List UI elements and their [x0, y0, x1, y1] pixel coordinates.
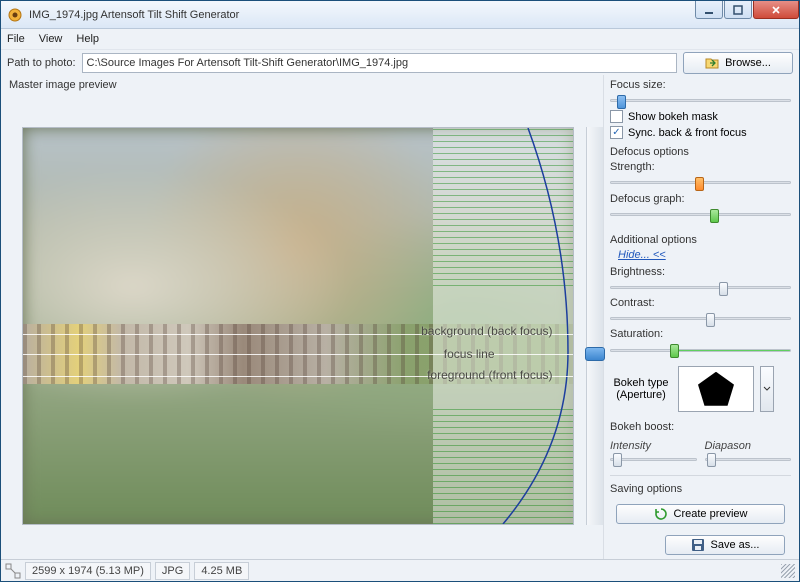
chevron-down-icon — [763, 385, 771, 393]
folder-icon — [705, 56, 719, 70]
title-bar[interactable]: IMG_1974.jpg Artensoft Tilt Shift Genera… — [1, 1, 799, 29]
minimize-button[interactable] — [695, 1, 723, 19]
sync-focus-checkbox[interactable]: Sync. back & front focus — [610, 126, 791, 139]
checkbox-icon — [610, 110, 623, 123]
saturation-slider[interactable] — [610, 343, 791, 356]
brightness-label: Brightness: — [610, 266, 791, 278]
strength-label: Strength: — [610, 161, 791, 173]
bokeh-type-row: Bokeh type (Aperture) — [610, 366, 791, 412]
floppy-icon — [691, 538, 705, 552]
browse-button[interactable]: Browse... — [683, 52, 793, 74]
vscroll-knob[interactable] — [585, 347, 605, 361]
content-area: Master image preview background (back fo… — [1, 75, 799, 559]
save-as-label: Save as... — [711, 539, 760, 551]
intensity-slider[interactable] — [610, 452, 697, 468]
contrast-label: Contrast: — [610, 297, 791, 309]
show-bokeh-mask-checkbox[interactable]: Show bokeh mask — [610, 110, 791, 123]
pentagon-icon — [698, 372, 734, 406]
path-row: Path to photo: Browse... — [1, 49, 799, 75]
bokeh-shape-preview — [678, 366, 754, 412]
bokeh-boost-label: Bokeh boost: — [610, 421, 791, 433]
status-dimensions: 2599 x 1974 (5.13 MP) — [25, 562, 151, 580]
status-bar: 2599 x 1974 (5.13 MP) JPG 4.25 MB — [1, 559, 799, 581]
focus-size-slider[interactable] — [610, 94, 791, 107]
vscroll-track — [587, 127, 603, 525]
maximize-button[interactable] — [724, 1, 752, 19]
intensity-label: Intensity — [610, 440, 697, 452]
brightness-slider[interactable] — [610, 281, 791, 294]
create-preview-label: Create preview — [674, 508, 748, 520]
menu-view[interactable]: View — [39, 33, 63, 45]
browse-label: Browse... — [725, 57, 771, 69]
saving-options-label: Saving options — [610, 483, 791, 495]
strength-slider[interactable] — [610, 176, 791, 189]
path-input[interactable] — [82, 53, 678, 73]
bokeh-boost-row: Intensity Diapason — [610, 440, 791, 468]
additional-options-label: Additional options — [610, 234, 791, 246]
defocus-graph-slider[interactable] — [610, 208, 791, 221]
bokeh-type-label: Bokeh type (Aperture) — [610, 377, 672, 401]
resize-grip[interactable] — [781, 564, 795, 578]
status-format: JPG — [155, 562, 190, 580]
defocus-graph-label: Defocus graph: — [610, 193, 791, 205]
create-preview-button[interactable]: Create preview — [616, 504, 785, 524]
preview-pane: Master image preview background (back fo… — [1, 75, 603, 559]
label-back-focus: background (back focus) — [421, 324, 552, 338]
status-icon — [5, 563, 21, 579]
menu-file[interactable]: File — [7, 33, 25, 45]
diapason-slider[interactable] — [705, 452, 792, 468]
window-controls — [694, 1, 799, 21]
preview-vscroll[interactable] — [586, 127, 603, 525]
focus-size-label: Focus size: — [610, 79, 791, 91]
sync-label: Sync. back & front focus — [628, 127, 747, 139]
diapason-label: Diapason — [705, 440, 792, 452]
saturation-label: Saturation: — [610, 328, 791, 340]
defocus-options-label: Defocus options — [610, 146, 791, 158]
app-window: IMG_1974.jpg Artensoft Tilt Shift Genera… — [0, 0, 800, 582]
path-label: Path to photo: — [7, 57, 76, 69]
app-icon — [7, 7, 23, 23]
label-front-focus: foreground (front focus) — [427, 368, 552, 382]
show-mask-label: Show bokeh mask — [628, 111, 718, 123]
status-filesize: 4.25 MB — [194, 562, 249, 580]
menu-bar: File View Help — [1, 29, 799, 49]
bokeh-type-dropdown[interactable] — [760, 366, 774, 412]
hide-link[interactable]: Hide... << — [618, 249, 791, 261]
label-focus-line: focus line — [444, 347, 495, 361]
settings-panel: Focus size: Show bokeh mask Sync. back &… — [603, 75, 799, 559]
menu-help[interactable]: Help — [76, 33, 99, 45]
checkbox-checked-icon — [610, 126, 623, 139]
contrast-slider[interactable] — [610, 312, 791, 325]
preview-canvas[interactable]: background (back focus) focus line foreg… — [22, 127, 574, 525]
preview-wrap: background (back focus) focus line foreg… — [9, 93, 603, 559]
save-as-button[interactable]: Save as... — [665, 535, 785, 555]
refresh-icon — [654, 507, 668, 521]
divider — [610, 475, 791, 476]
window-title: IMG_1974.jpg Artensoft Tilt Shift Genera… — [29, 9, 694, 21]
close-button[interactable] — [753, 1, 799, 19]
preview-label: Master image preview — [9, 79, 603, 91]
